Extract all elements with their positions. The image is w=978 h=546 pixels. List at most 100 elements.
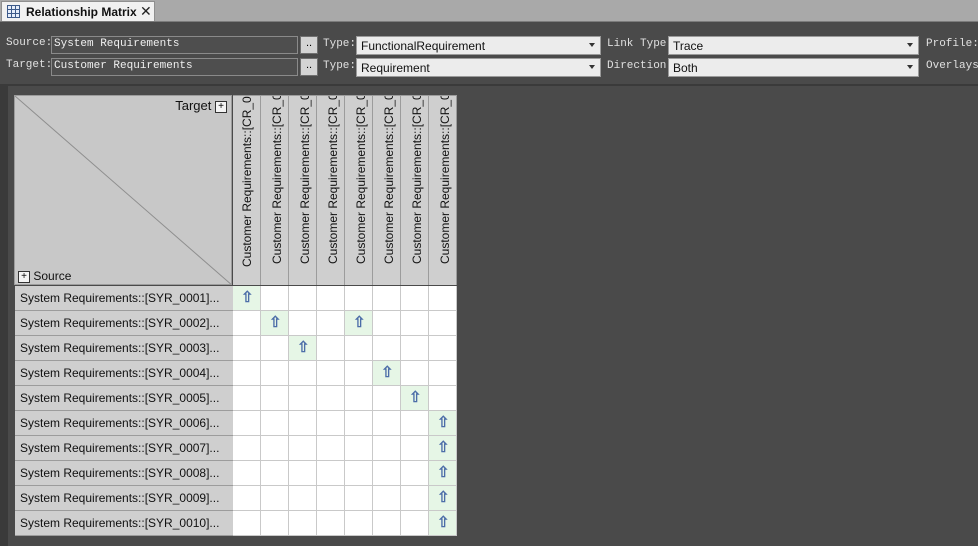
matrix-cell-linked[interactable]: ⇧ (429, 436, 457, 461)
matrix-cell[interactable] (429, 336, 457, 361)
matrix-cell[interactable] (289, 486, 317, 511)
matrix-cell-linked[interactable]: ⇧ (429, 461, 457, 486)
matrix-cell[interactable] (233, 411, 261, 436)
matrix-cell[interactable] (401, 486, 429, 511)
matrix-cell[interactable] (317, 461, 345, 486)
matrix-cell[interactable] (401, 361, 429, 386)
matrix-cell[interactable] (345, 286, 373, 311)
matrix-cell[interactable] (317, 486, 345, 511)
matrix-cell[interactable] (289, 461, 317, 486)
matrix-cell[interactable] (401, 286, 429, 311)
matrix-cell[interactable] (373, 436, 401, 461)
matrix-cell[interactable] (345, 411, 373, 436)
matrix-cell[interactable] (317, 336, 345, 361)
matrix-cell[interactable] (345, 436, 373, 461)
matrix-cell[interactable] (289, 311, 317, 336)
matrix-cell[interactable] (233, 461, 261, 486)
target-field[interactable]: Customer Requirements (51, 58, 298, 76)
link-type-dropdown[interactable]: Trace (668, 36, 919, 55)
direction-dropdown[interactable]: Both (668, 58, 919, 77)
matrix-cell[interactable] (317, 361, 345, 386)
matrix-cell[interactable] (261, 336, 289, 361)
row-header[interactable]: System Requirements::[SYR_0005]... (15, 386, 233, 411)
column-header[interactable]: Customer Requirements::[CR_0005]能 (345, 95, 373, 285)
matrix-cell-linked[interactable]: ⇧ (261, 311, 289, 336)
source-browse-button[interactable]: .. (300, 36, 318, 54)
matrix-cell[interactable] (289, 361, 317, 386)
column-header[interactable]: Customer Requirements::[CR_0006]使 (373, 95, 401, 285)
matrix-cell[interactable] (401, 461, 429, 486)
overlays-label[interactable]: Overlays (926, 60, 978, 72)
matrix-cell[interactable] (429, 286, 457, 311)
matrix-cell[interactable] (233, 386, 261, 411)
matrix-cell[interactable] (233, 336, 261, 361)
matrix-cell[interactable] (345, 511, 373, 536)
column-header[interactable]: Customer Requirements::[CR_0003]出 (289, 95, 317, 285)
row-header[interactable]: System Requirements::[SYR_0003]... (15, 336, 233, 361)
matrix-cell[interactable] (317, 511, 345, 536)
matrix-cell[interactable] (289, 386, 317, 411)
matrix-cell[interactable] (233, 511, 261, 536)
matrix-cell-linked[interactable]: ⇧ (429, 486, 457, 511)
column-header[interactable]: Customer Requirements::[CR_0008]插 (429, 95, 457, 285)
matrix-cell[interactable] (289, 436, 317, 461)
row-header[interactable]: System Requirements::[SYR_0007]... (15, 436, 233, 461)
row-header[interactable]: System Requirements::[SYR_0001]... (15, 286, 233, 311)
row-header[interactable]: System Requirements::[SYR_0010]... (15, 511, 233, 536)
matrix-cell-linked[interactable]: ⇧ (429, 511, 457, 536)
matrix-cell[interactable] (261, 486, 289, 511)
source-type-dropdown[interactable]: FunctionalRequirement (356, 36, 601, 55)
matrix-cell[interactable] (261, 411, 289, 436)
matrix-cell[interactable] (373, 511, 401, 536)
expand-target-button[interactable]: + (215, 100, 227, 113)
matrix-cell-linked[interactable]: ⇧ (345, 311, 373, 336)
matrix-cell[interactable] (345, 386, 373, 411)
source-field[interactable]: System Requirements (51, 36, 298, 54)
row-header[interactable]: System Requirements::[SYR_0008]... (15, 461, 233, 486)
matrix-cell[interactable] (429, 361, 457, 386)
matrix-cell[interactable] (233, 361, 261, 386)
matrix-cell[interactable] (261, 511, 289, 536)
close-icon[interactable]: ✕ (140, 3, 152, 20)
matrix-cell[interactable] (345, 486, 373, 511)
target-browse-button[interactable]: .. (300, 58, 318, 76)
matrix-cell[interactable] (373, 461, 401, 486)
matrix-cell[interactable] (289, 511, 317, 536)
matrix-cell[interactable] (317, 436, 345, 461)
matrix-cell[interactable] (345, 361, 373, 386)
matrix-cell-linked[interactable]: ⇧ (373, 361, 401, 386)
matrix-cell[interactable] (401, 336, 429, 361)
row-header[interactable]: System Requirements::[SYR_0002]... (15, 311, 233, 336)
column-header[interactable]: Customer Requirements::[CR_0004]听 (317, 95, 345, 285)
matrix-cell[interactable] (429, 311, 457, 336)
matrix-cell[interactable] (233, 486, 261, 511)
matrix-cell[interactable] (261, 461, 289, 486)
matrix-cell[interactable] (429, 386, 457, 411)
matrix-cell[interactable] (373, 311, 401, 336)
row-header[interactable]: System Requirements::[SYR_0006]... (15, 411, 233, 436)
expand-source-button[interactable]: + (18, 270, 30, 283)
matrix-cell[interactable] (401, 511, 429, 536)
matrix-cell[interactable] (261, 361, 289, 386)
profile-label[interactable]: Profile: (926, 38, 978, 50)
matrix-cell-linked[interactable]: ⇧ (401, 386, 429, 411)
column-header[interactable]: Customer Requirements::[CR_0002]提 (261, 95, 289, 285)
matrix-cell[interactable] (401, 411, 429, 436)
matrix-cell[interactable] (373, 486, 401, 511)
matrix-cell[interactable] (373, 386, 401, 411)
matrix-cell[interactable] (345, 336, 373, 361)
matrix-cell[interactable] (373, 336, 401, 361)
row-header[interactable]: System Requirements::[SYR_0009]... (15, 486, 233, 511)
matrix-cell[interactable] (233, 436, 261, 461)
matrix-cell[interactable] (317, 411, 345, 436)
matrix-cell[interactable] (401, 436, 429, 461)
matrix-cell[interactable] (317, 311, 345, 336)
matrix-cell[interactable] (289, 411, 317, 436)
column-header[interactable]: Customer Requirements::[CR_0001]U (233, 95, 261, 285)
matrix-cell-linked[interactable]: ⇧ (289, 336, 317, 361)
matrix-cell-linked[interactable]: ⇧ (429, 411, 457, 436)
matrix-cell[interactable] (345, 461, 373, 486)
matrix-cell[interactable] (261, 286, 289, 311)
matrix-cell-linked[interactable]: ⇧ (233, 286, 261, 311)
tab-relationship-matrix[interactable]: Relationship Matrix ✕ (1, 1, 155, 21)
